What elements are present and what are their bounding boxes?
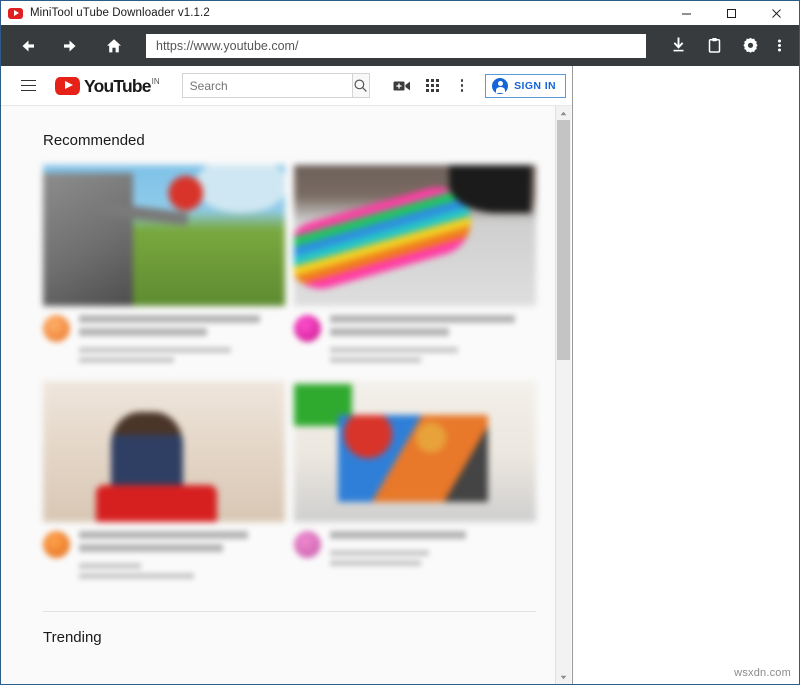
video-meta-line	[330, 560, 421, 566]
page-scrollbar[interactable]	[555, 106, 571, 684]
settings-button[interactable]	[732, 29, 768, 63]
video-meta-line	[79, 357, 174, 363]
video-meta	[43, 306, 285, 367]
video-meta	[43, 522, 285, 583]
back-arrow-icon	[18, 36, 38, 56]
forward-arrow-icon	[60, 36, 80, 56]
video-title-line	[79, 531, 248, 539]
channel-avatar[interactable]	[43, 315, 70, 342]
browser-more-button[interactable]	[768, 29, 790, 63]
account-circle-icon	[492, 78, 508, 94]
video-thumbnail[interactable]	[294, 381, 536, 522]
youtube-play-icon	[8, 8, 23, 19]
section-title-trending: Trending	[43, 612, 536, 646]
browser-toolbar: https://www.youtube.com/	[1, 25, 799, 66]
youtube-logo-region: IN	[152, 77, 160, 87]
sign-in-label: SIGN IN	[514, 80, 556, 92]
video-text-block	[79, 315, 285, 367]
search-button[interactable]	[352, 73, 370, 98]
video-text-block	[79, 531, 285, 583]
youtube-page-body: Recommended	[1, 106, 572, 684]
video-title-line	[79, 328, 207, 336]
video-meta-line	[79, 347, 231, 353]
page-content: Recommended	[1, 106, 572, 646]
chevron-down-icon	[560, 675, 567, 680]
youtube-more-button[interactable]	[447, 71, 477, 101]
title-bar-left: MiniTool uTube Downloader v1.1.2	[1, 7, 664, 19]
search-input[interactable]	[182, 73, 352, 98]
window-title: MiniTool uTube Downloader v1.1.2	[30, 7, 210, 19]
close-icon	[771, 8, 782, 19]
youtube-logo-text: YouTube	[84, 76, 151, 96]
video-meta-line	[330, 550, 429, 556]
embedded-browser-view: YouTube IN	[1, 66, 573, 684]
channel-avatar[interactable]	[43, 531, 70, 558]
apps-grid-icon	[426, 79, 439, 92]
scroll-up-button[interactable]	[556, 106, 571, 120]
video-camera-plus-icon	[393, 79, 411, 93]
video-card[interactable]	[294, 165, 536, 367]
scroll-down-button[interactable]	[556, 670, 571, 684]
gear-icon	[741, 36, 760, 55]
youtube-header: YouTube IN	[1, 66, 572, 106]
minimize-button[interactable]	[664, 1, 709, 25]
sign-in-button[interactable]: SIGN IN	[485, 74, 566, 98]
youtube-play-icon	[55, 77, 80, 95]
home-button[interactable]	[97, 29, 131, 63]
back-button[interactable]	[11, 29, 45, 63]
close-button[interactable]	[754, 1, 799, 25]
channel-avatar[interactable]	[294, 531, 321, 558]
url-bar[interactable]: https://www.youtube.com/	[146, 34, 646, 58]
video-title-line	[330, 531, 466, 539]
video-card[interactable]	[43, 165, 285, 367]
scrollbar-thumb[interactable]	[557, 120, 570, 360]
window-controls	[664, 1, 799, 25]
video-thumbnail[interactable]	[294, 165, 536, 306]
create-video-button[interactable]	[387, 71, 417, 101]
more-vertical-icon	[777, 36, 782, 55]
scrollbar-track[interactable]	[556, 120, 571, 670]
clipboard-button[interactable]	[696, 29, 732, 63]
section-title-recommended: Recommended	[43, 106, 536, 165]
forward-button[interactable]	[53, 29, 87, 63]
video-title-line	[79, 544, 223, 552]
video-grid	[43, 165, 536, 583]
video-text-block	[330, 531, 536, 570]
clipboard-icon	[705, 36, 724, 55]
video-meta-line	[79, 573, 194, 579]
chevron-up-icon	[560, 111, 567, 116]
video-title-line	[330, 315, 515, 323]
apps-button[interactable]	[417, 71, 447, 101]
search-bar	[182, 73, 370, 98]
empty-right-panel: wsxdn.com	[573, 66, 799, 684]
download-icon	[669, 36, 688, 55]
home-icon	[104, 36, 124, 56]
video-title-line	[330, 328, 449, 336]
video-meta-line	[330, 357, 421, 363]
video-thumbnail[interactable]	[43, 381, 285, 522]
watermark: wsxdn.com	[734, 667, 791, 679]
hamburger-menu-icon[interactable]	[15, 73, 41, 99]
video-text-block	[330, 315, 536, 367]
video-card[interactable]	[294, 381, 536, 583]
video-meta-line	[79, 563, 141, 569]
video-card[interactable]	[43, 381, 285, 583]
download-button[interactable]	[660, 29, 696, 63]
video-meta-line	[330, 347, 458, 353]
video-meta	[294, 306, 536, 367]
title-bar: MiniTool uTube Downloader v1.1.2	[1, 1, 799, 25]
video-thumbnail[interactable]	[43, 165, 285, 306]
more-vertical-icon	[461, 78, 464, 94]
url-text: https://www.youtube.com/	[156, 39, 298, 53]
channel-avatar[interactable]	[294, 315, 321, 342]
application-window: MiniTool uTube Downloader v1.1.2	[0, 0, 800, 685]
maximize-icon	[726, 8, 737, 19]
search-icon	[353, 78, 368, 93]
content-region: YouTube IN	[1, 66, 799, 684]
video-meta	[294, 522, 536, 570]
video-title-line	[79, 315, 260, 323]
maximize-button[interactable]	[709, 1, 754, 25]
youtube-logo[interactable]: YouTube IN	[55, 76, 160, 96]
minimize-icon	[681, 8, 692, 19]
